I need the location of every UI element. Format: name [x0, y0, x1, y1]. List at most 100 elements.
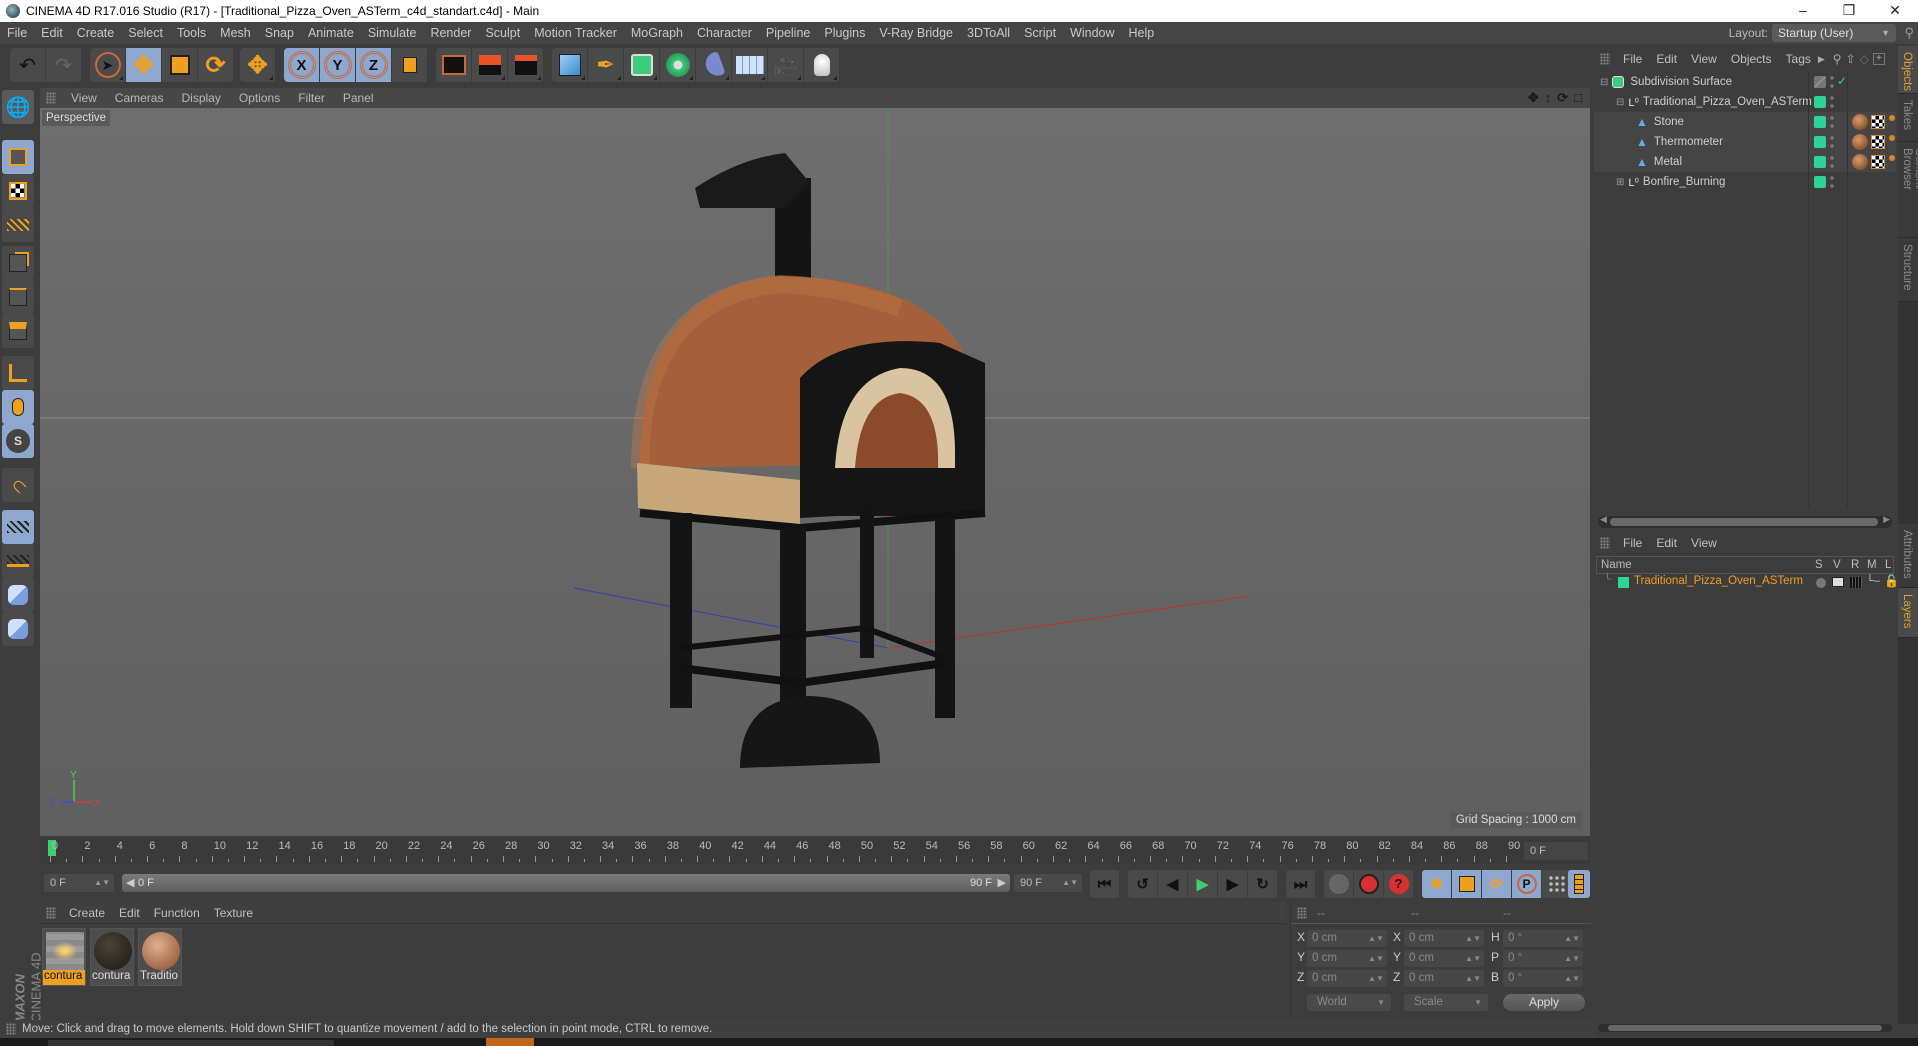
column-view[interactable]: V — [1833, 559, 1841, 571]
menu-motion-tracker[interactable]: Motion Tracker — [527, 26, 624, 40]
pan-icon[interactable]: ✥ — [1528, 90, 1539, 106]
layout-dropdown[interactable]: Startup (User) ▼ — [1772, 24, 1896, 42]
menu-pipeline[interactable]: Pipeline — [759, 26, 817, 40]
axis-mode-button[interactable] — [2, 356, 34, 390]
scrollbar-thumb[interactable] — [1608, 1025, 1882, 1031]
column-name[interactable]: Name — [1601, 559, 1632, 571]
layer-color-swatch[interactable] — [1814, 176, 1826, 188]
spinner-icon[interactable]: ▲▼ — [1368, 950, 1384, 967]
panel-grip-icon[interactable] — [1297, 906, 1307, 919]
edges-mode-button[interactable] — [2, 280, 34, 314]
timeline-ruler[interactable]: 0 2 4 6 8 10 12 14 16 18 20 22 24 26 28 30 32 34 36 38 40 42 4… — [40, 838, 1590, 864]
material-menu-edit[interactable]: Edit — [112, 906, 147, 920]
menu-create[interactable]: Create — [70, 26, 122, 40]
material-tag-icon[interactable] — [1852, 114, 1868, 130]
points-mode-button[interactable] — [2, 246, 34, 280]
z-axis-button[interactable]: Z — [356, 48, 392, 82]
layer-horizontal-scrollbar[interactable] — [1594, 1022, 1896, 1034]
layer-menu-view[interactable]: View — [1684, 536, 1724, 550]
workplane-lock-button[interactable] — [2, 510, 34, 544]
visibility-dots[interactable] — [1830, 175, 1834, 189]
spinner-icon[interactable]: ▲▼ — [1465, 930, 1481, 947]
size-y-field[interactable]: 0 cm ▲▼ — [1404, 950, 1484, 967]
viewport-menu-display[interactable]: Display — [172, 91, 229, 105]
search-icon[interactable]: ⚲ — [1833, 52, 1842, 66]
zoom-icon[interactable]: ↕ — [1545, 90, 1552, 106]
preview-range-slider[interactable]: ◀ 0 F 90 F ▶ — [122, 874, 1010, 892]
object-name[interactable]: Metal — [1654, 156, 1682, 168]
om-menu-tags[interactable]: Tags — [1779, 52, 1818, 66]
menu-file[interactable]: File — [0, 26, 34, 40]
menu-overflow-icon[interactable]: ▶ — [1818, 54, 1825, 65]
workplane-align-button[interactable] — [2, 544, 34, 578]
layer-menu-file[interactable]: File — [1616, 536, 1649, 550]
size-x-field[interactable]: 0 cm ▲▼ — [1404, 930, 1484, 947]
column-manager[interactable]: M — [1867, 559, 1877, 571]
next-key-button[interactable]: ↻ — [1248, 870, 1278, 898]
expand-icon[interactable]: ⊞ — [1616, 177, 1624, 188]
visibility-dots[interactable] — [1830, 155, 1834, 169]
pen-spline-button[interactable]: ✒ — [588, 48, 624, 82]
scroll-left-icon[interactable]: ◀ — [1600, 514, 1607, 525]
spinner-icon[interactable]: ▲▼ — [1062, 874, 1078, 892]
layer-color-swatch[interactable] — [1618, 577, 1629, 588]
menu-window[interactable]: Window — [1063, 26, 1121, 40]
snap-button[interactable]: ∩ — [2, 468, 34, 502]
menu-tools[interactable]: Tools — [170, 26, 213, 40]
uvw-tag-icon[interactable] — [1871, 135, 1885, 149]
material-menu-texture[interactable]: Texture — [207, 906, 260, 920]
spinner-icon[interactable]: ▲▼ — [1368, 970, 1384, 987]
cube-button[interactable] — [552, 48, 588, 82]
scrollbar-thumb[interactable] — [1610, 518, 1878, 526]
uvw-tag-icon[interactable] — [1871, 115, 1885, 129]
spinner-icon[interactable]: ▲▼ — [94, 874, 110, 892]
model-mode-button[interactable] — [2, 140, 34, 174]
tweak-mode-button[interactable] — [2, 390, 34, 424]
object-name[interactable]: Bonfire_Burning — [1643, 176, 1725, 188]
horizontal-scrollbar[interactable]: ◀ ▶ — [1598, 514, 1892, 528]
python-button-2[interactable] — [2, 612, 34, 646]
motion-record-button[interactable] — [1324, 870, 1354, 898]
layer-name[interactable]: Traditional_Pizza_Oven_ASTerm — [1634, 575, 1803, 587]
solo-toggle-icon[interactable] — [1816, 578, 1826, 588]
scroll-right-icon[interactable]: ▶ — [1883, 514, 1890, 525]
timeline-window-button[interactable] — [1568, 870, 1590, 898]
visibility-dots[interactable] — [1830, 75, 1834, 89]
editor-visibility-toggle[interactable] — [1814, 76, 1826, 88]
om-menu-objects[interactable]: Objects — [1724, 52, 1779, 66]
object-row[interactable]: ▲ Metal — [1594, 152, 1896, 172]
column-solo[interactable]: S — [1815, 559, 1823, 571]
layer-menu-edit[interactable]: Edit — [1649, 536, 1684, 550]
key-scale-button[interactable] — [1452, 870, 1482, 898]
cloner-button[interactable] — [660, 48, 696, 82]
taskbar-item[interactable] — [48, 1040, 334, 1046]
menu-mograph[interactable]: MoGraph — [624, 26, 690, 40]
key-parameter-button[interactable]: P — [1512, 870, 1542, 898]
texture-mode-button[interactable] — [2, 174, 34, 208]
camera-button[interactable]: 🎥 — [768, 48, 804, 82]
menu-vray-bridge[interactable]: V-Ray Bridge — [872, 26, 960, 40]
layer-color-swatch[interactable] — [1814, 96, 1826, 108]
render-toggle-icon[interactable] — [1850, 577, 1862, 588]
layer-color-swatch[interactable] — [1814, 116, 1826, 128]
tab-attributes[interactable]: Attributes — [1898, 524, 1918, 588]
menu-snap[interactable]: Snap — [258, 26, 301, 40]
menu-render[interactable]: Render — [423, 26, 478, 40]
menu-edit[interactable]: Edit — [34, 26, 70, 40]
go-to-end-button[interactable]: ⏭ — [1286, 870, 1316, 898]
minimize-button[interactable]: – — [1780, 0, 1826, 22]
om-menu-edit[interactable]: Edit — [1649, 52, 1684, 66]
close-button[interactable]: ✕ — [1872, 0, 1918, 22]
collapse-icon[interactable]: ⊟ — [1600, 77, 1608, 88]
column-divider[interactable] — [1808, 72, 1809, 508]
tab-structure[interactable]: Structure — [1898, 238, 1918, 302]
visibility-dots[interactable] — [1830, 115, 1834, 129]
home-icon[interactable]: ⇧ — [1846, 52, 1856, 66]
spinner-icon[interactable]: ▲▼ — [1368, 930, 1384, 947]
polygons-mode-button[interactable] — [2, 314, 34, 348]
position-x-field[interactable]: 0 cm ▲▼ — [1307, 930, 1387, 947]
x-axis-button[interactable]: X — [284, 48, 320, 82]
material-tag-icon[interactable] — [1852, 134, 1868, 150]
menu-select[interactable]: Select — [121, 26, 170, 40]
spinner-icon[interactable]: ▲▼ — [1465, 970, 1481, 987]
